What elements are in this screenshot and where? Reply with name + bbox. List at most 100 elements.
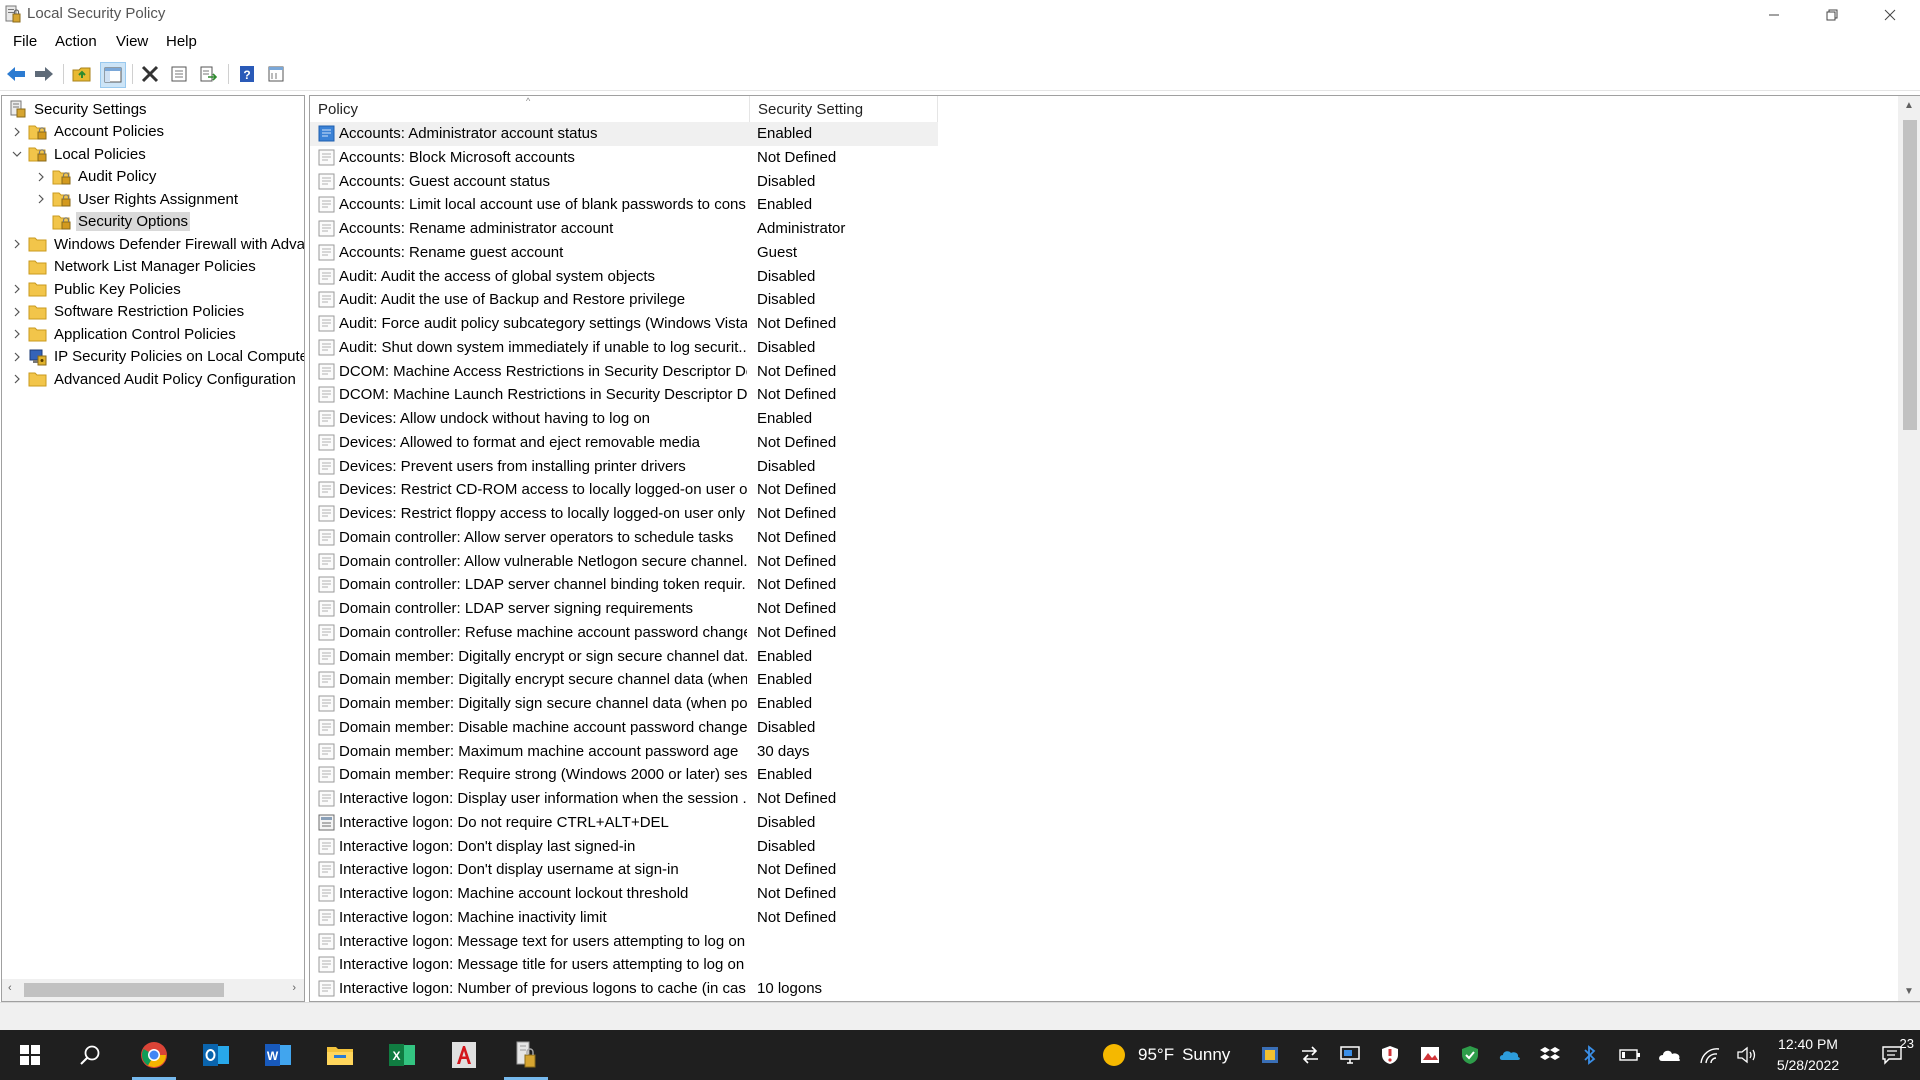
policy-row[interactable]: Domain member: Maximum machine account p… [310, 740, 938, 764]
tree-item-audit-policy[interactable]: Audit Policy [36, 166, 158, 188]
tree-item-account-policies[interactable]: Account Policies [12, 121, 166, 143]
chevron-down-icon[interactable] [12, 149, 22, 159]
system-clock[interactable]: 12:40 PM 5/28/2022 [1760, 1034, 1856, 1076]
show-hide-console-tree-button[interactable] [100, 62, 126, 88]
policy-row[interactable]: Interactive logon: Number of previous lo… [310, 977, 938, 1001]
policy-row[interactable]: Domain controller: LDAP server signing r… [310, 597, 938, 621]
policy-row[interactable]: Accounts: Rename guest account Guest [310, 241, 938, 265]
policy-row[interactable]: Interactive logon: Message text for user… [310, 930, 938, 954]
tree-item-security-options[interactable]: Security Options [36, 211, 191, 233]
policy-row[interactable]: Interactive logon: Machine inactivity li… [310, 906, 938, 930]
close-button[interactable] [1861, 0, 1919, 29]
chevron-right-icon[interactable] [12, 329, 22, 339]
taskbar-app-outlook[interactable] [190, 1030, 242, 1080]
scroll-left-icon[interactable]: ‹ [8, 982, 12, 994]
taskbar-app-excel[interactable]: X [376, 1030, 428, 1080]
tray-security-icon[interactable] [1378, 1043, 1402, 1067]
tree-root-security-settings[interactable]: Security Settings [8, 98, 149, 120]
list-scroll-thumb[interactable] [1903, 120, 1917, 430]
policy-row[interactable]: Interactive logon: Machine account locko… [310, 882, 938, 906]
scroll-up-icon[interactable]: ▲ [1904, 100, 1914, 111]
tray-bluetooth-icon[interactable] [1578, 1043, 1602, 1067]
policy-row[interactable]: Domain member: Digitally encrypt secure … [310, 668, 938, 692]
taskbar-app-local-security-policy[interactable] [500, 1030, 552, 1080]
column-header-policy[interactable]: Policy ^ [310, 96, 750, 122]
policy-list[interactable]: Policy ^ Security Setting Accounts: Admi… [309, 95, 1920, 1002]
tray-battery-icon[interactable] [1618, 1043, 1642, 1067]
policy-row[interactable]: Interactive logon: Display user informat… [310, 787, 938, 811]
policy-row[interactable]: Domain member: Disable machine account p… [310, 716, 938, 740]
policy-row[interactable]: Audit: Shut down system immediately if u… [310, 336, 938, 360]
menu-view[interactable]: View [114, 33, 150, 50]
console-tree[interactable]: Security Settings Account Policies Local … [1, 95, 305, 1002]
policy-row[interactable]: Interactive logon: Message title for use… [310, 953, 938, 977]
column-header-security-setting[interactable]: Security Setting [750, 96, 938, 122]
tray-network-icon[interactable] [1698, 1043, 1722, 1067]
tray-app-icon[interactable] [1258, 1043, 1282, 1067]
tree-item-windows-defender-firewall-with-advanced-security[interactable]: Windows Defender Firewall with Advanced … [12, 233, 304, 255]
tree-item-application-control-policies[interactable]: Application Control Policies [12, 323, 238, 345]
action-center-button[interactable]: 23 [1864, 1030, 1920, 1080]
policy-row[interactable]: Audit: Audit the use of Backup and Resto… [310, 288, 938, 312]
policy-row[interactable]: Accounts: Block Microsoft accounts Not De… [310, 146, 938, 170]
tree-item-local-policies[interactable]: Local Policies [12, 143, 148, 165]
scroll-down-icon[interactable]: ▼ [1904, 986, 1914, 997]
tray-cloud-app-icon[interactable] [1498, 1043, 1522, 1067]
policy-row[interactable]: Devices: Restrict CD-ROM access to local… [310, 478, 938, 502]
tree-item-user-rights-assignment[interactable]: User Rights Assignment [36, 188, 240, 210]
help-button[interactable]: ? [236, 63, 258, 85]
tray-onedrive-icon[interactable] [1658, 1043, 1682, 1067]
policy-row[interactable]: Domain member: Require strong (Windows 2… [310, 763, 938, 787]
policy-row[interactable]: Domain controller: Allow vulnerable Netl… [310, 550, 938, 574]
policy-row[interactable]: Audit: Force audit policy subcategory se… [310, 312, 938, 336]
policy-row[interactable]: Domain controller: Allow server operator… [310, 526, 938, 550]
chevron-right-icon[interactable] [12, 127, 22, 137]
scroll-right-icon[interactable]: › [292, 982, 296, 994]
taskbar-app-word[interactable]: W [252, 1030, 304, 1080]
chevron-right-icon[interactable] [12, 307, 22, 317]
policy-row[interactable]: Interactive logon: Do not require CTRL+A… [310, 811, 938, 835]
forward-button[interactable] [33, 63, 55, 85]
taskbar-app-file-explorer[interactable] [314, 1030, 366, 1080]
policy-row[interactable]: Devices: Restrict floppy access to local… [310, 502, 938, 526]
tree-item-public-key-policies[interactable]: Public Key Policies [12, 278, 183, 300]
delete-button[interactable] [139, 63, 161, 85]
policy-row[interactable]: Accounts: Administrator account status En… [310, 122, 938, 146]
chevron-right-icon[interactable] [12, 352, 22, 362]
taskbar-app-acrobat[interactable] [438, 1030, 490, 1080]
policy-row[interactable]: Accounts: Limit local account use of bla… [310, 193, 938, 217]
policy-row[interactable]: Domain controller: LDAP server channel b… [310, 573, 938, 597]
tray-sync-icon[interactable] [1298, 1043, 1322, 1067]
view-button[interactable] [265, 63, 287, 85]
properties-button[interactable] [168, 63, 190, 85]
policy-row[interactable]: Domain member: Digitally sign secure cha… [310, 692, 938, 716]
policy-row[interactable]: Interactive logon: Don't display last si… [310, 835, 938, 859]
policy-row[interactable]: Devices: Allowed to format and eject rem… [310, 431, 938, 455]
minimize-button[interactable] [1745, 0, 1803, 29]
policy-row[interactable]: Audit: Audit the access of global system… [310, 265, 938, 289]
policy-row[interactable]: Interactive logon: Don't display usernam… [310, 858, 938, 882]
tree-horizontal-scrollbar[interactable]: ‹ › [2, 979, 304, 1001]
export-list-button[interactable] [197, 63, 219, 85]
chevron-right-icon[interactable] [12, 239, 22, 249]
tree-item-advanced-audit-policy-configuration[interactable]: Advanced Audit Policy Configuration [12, 368, 298, 390]
policy-row[interactable]: Domain member: Digitally encrypt or sign… [310, 645, 938, 669]
chevron-right-icon[interactable] [36, 194, 46, 204]
start-button[interactable] [4, 1030, 56, 1080]
policy-row[interactable]: DCOM: Machine Access Restrictions in Sec… [310, 360, 938, 384]
up-one-level-button[interactable] [71, 63, 93, 85]
menu-help[interactable]: Help [164, 33, 199, 50]
tray-photos-icon[interactable] [1418, 1043, 1442, 1067]
policy-row[interactable]: Accounts: Rename administrator account Ad… [310, 217, 938, 241]
tray-volume-icon[interactable] [1736, 1043, 1760, 1067]
tray-defender-icon[interactable] [1458, 1043, 1482, 1067]
restore-button[interactable] [1803, 0, 1861, 29]
chevron-right-icon[interactable] [36, 172, 46, 182]
back-button[interactable] [5, 63, 27, 85]
search-button[interactable] [64, 1030, 116, 1080]
policy-row[interactable]: DCOM: Machine Launch Restrictions in Sec… [310, 383, 938, 407]
tray-display-icon[interactable] [1338, 1043, 1362, 1067]
list-vertical-scrollbar[interactable]: ▲ ▼ [1898, 96, 1920, 1001]
policy-row[interactable]: Domain controller: Refuse machine accoun… [310, 621, 938, 645]
policy-row[interactable]: Devices: Prevent users from installing p… [310, 455, 938, 479]
